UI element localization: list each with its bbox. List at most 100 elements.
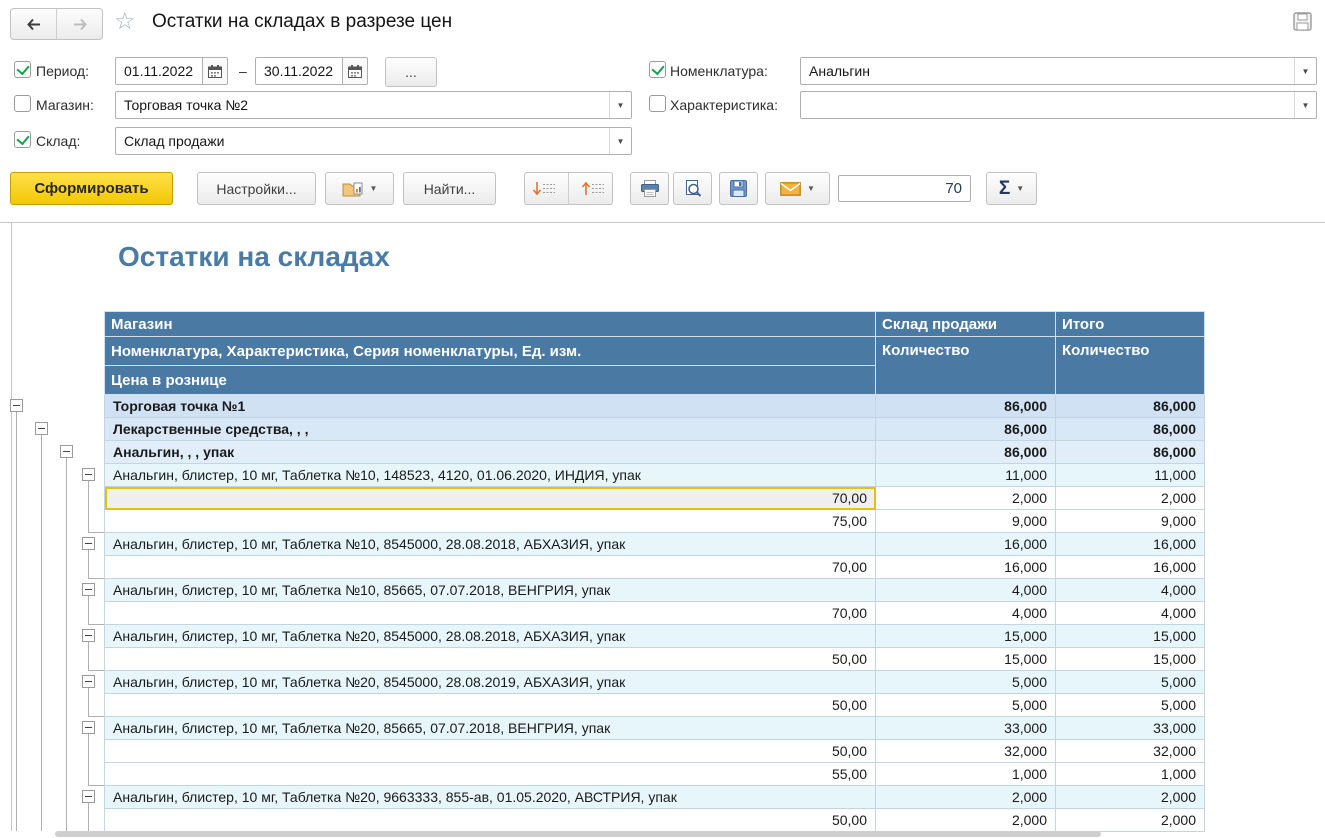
collapse-group-button[interactable] xyxy=(10,399,23,412)
total-cell[interactable]: 16,000 xyxy=(1056,556,1205,579)
total-cell[interactable]: 15,000 xyxy=(1056,625,1205,648)
total-cell[interactable]: 9,000 xyxy=(1056,510,1205,533)
collapse-group-button[interactable] xyxy=(82,675,95,688)
collapse-group-button[interactable] xyxy=(82,468,95,481)
window-save-icon[interactable] xyxy=(1293,12,1312,36)
period-checkbox[interactable] xyxy=(14,61,31,78)
generate-button[interactable]: Сформировать xyxy=(10,172,173,205)
total-cell[interactable]: 2,000 xyxy=(1056,487,1205,510)
forward-button[interactable] xyxy=(57,9,102,39)
settings-button[interactable]: Настройки... xyxy=(197,172,316,205)
characteristic-combo[interactable]: ▼ xyxy=(800,91,1317,119)
name-cell[interactable]: Анальгин, блистер, 10 мг, Таблетка №20, … xyxy=(105,625,876,648)
name-cell[interactable]: Лекарственные средства, , , xyxy=(105,418,876,441)
qty-cell[interactable]: 86,000 xyxy=(876,418,1056,441)
qty-cell[interactable]: 5,000 xyxy=(876,694,1056,717)
table-row[interactable]: Анальгин, блистер, 10 мг, Таблетка №20, … xyxy=(105,625,1205,648)
table-row[interactable]: 70,00 16,000 16,000 xyxy=(105,556,1205,579)
total-cell[interactable]: 86,000 xyxy=(1056,441,1205,464)
name-cell[interactable]: Анальгин, блистер, 10 мг, Таблетка №20, … xyxy=(105,671,876,694)
table-row[interactable]: Анальгин, блистер, 10 мг, Таблетка №20, … xyxy=(105,671,1205,694)
characteristic-checkbox[interactable] xyxy=(649,95,666,112)
collapse-group-button[interactable] xyxy=(82,583,95,596)
dropdown-arrow-icon[interactable]: ▼ xyxy=(609,128,631,154)
total-cell[interactable]: 32,000 xyxy=(1056,740,1205,763)
name-cell[interactable]: 75,00 xyxy=(105,510,876,533)
table-row[interactable]: 70,00 4,000 4,000 xyxy=(105,602,1205,625)
collapse-group-button[interactable] xyxy=(60,445,73,458)
store-checkbox[interactable] xyxy=(14,95,31,112)
store-combo[interactable]: Торговая точка №2 ▼ xyxy=(115,91,632,119)
total-cell[interactable]: 15,000 xyxy=(1056,648,1205,671)
total-cell[interactable]: 33,000 xyxy=(1056,717,1205,740)
collapse-group-button[interactable] xyxy=(35,422,48,435)
name-cell[interactable]: Анальгин, блистер, 10 мг, Таблетка №20, … xyxy=(105,717,876,740)
dropdown-arrow-icon[interactable]: ▼ xyxy=(1294,92,1316,118)
qty-cell[interactable]: 2,000 xyxy=(876,487,1056,510)
save-button[interactable] xyxy=(719,172,758,205)
warehouse-combo[interactable]: Склад продажи ▼ xyxy=(115,127,632,155)
name-cell[interactable]: 70,00 xyxy=(105,556,876,579)
qty-cell[interactable]: 15,000 xyxy=(876,625,1056,648)
table-row[interactable]: Лекарственные средства, , , 86,000 86,00… xyxy=(105,418,1205,441)
total-cell[interactable]: 5,000 xyxy=(1056,694,1205,717)
qty-cell[interactable]: 86,000 xyxy=(876,441,1056,464)
total-cell[interactable]: 86,000 xyxy=(1056,418,1205,441)
period-more-button[interactable]: ... xyxy=(385,57,437,87)
name-cell[interactable]: Анальгин, блистер, 10 мг, Таблетка №20, … xyxy=(105,786,876,809)
name-cell[interactable]: 50,00 xyxy=(105,809,876,832)
qty-cell[interactable]: 86,000 xyxy=(876,395,1056,418)
name-cell[interactable]: 55,00 xyxy=(105,763,876,786)
qty-cell[interactable]: 5,000 xyxy=(876,671,1056,694)
sigma-button[interactable]: Σ ▼ xyxy=(986,172,1037,205)
qty-cell[interactable]: 16,000 xyxy=(876,533,1056,556)
name-cell[interactable]: Анальгин, блистер, 10 мг, Таблетка №10, … xyxy=(105,579,876,602)
toolbar-number-field[interactable] xyxy=(838,175,971,202)
name-cell[interactable]: Анальгин, блистер, 10 мг, Таблетка №10, … xyxy=(105,464,876,487)
qty-cell[interactable]: 33,000 xyxy=(876,717,1056,740)
print-button[interactable] xyxy=(630,172,669,205)
email-button[interactable]: ▼ xyxy=(765,172,830,205)
table-row[interactable]: Анальгин, блистер, 10 мг, Таблетка №10, … xyxy=(105,464,1205,487)
qty-cell[interactable]: 16,000 xyxy=(876,556,1056,579)
table-row[interactable]: 50,00 2,000 2,000 xyxy=(105,809,1205,832)
table-row[interactable]: Анальгин, блистер, 10 мг, Таблетка №10, … xyxy=(105,579,1205,602)
table-row[interactable]: Торговая точка №1 86,000 86,000 xyxy=(105,395,1205,418)
dropdown-arrow-icon[interactable]: ▼ xyxy=(1294,58,1316,84)
favorite-star-icon[interactable]: ☆ xyxy=(114,7,136,36)
table-row[interactable]: Анальгин, блистер, 10 мг, Таблетка №10, … xyxy=(105,533,1205,556)
total-cell[interactable]: 4,000 xyxy=(1056,579,1205,602)
qty-cell[interactable]: 9,000 xyxy=(876,510,1056,533)
name-cell[interactable]: 70,00 xyxy=(105,487,876,510)
dropdown-arrow-icon[interactable]: ▼ xyxy=(609,92,631,118)
total-cell[interactable]: 86,000 xyxy=(1056,395,1205,418)
collapse-group-button[interactable] xyxy=(82,629,95,642)
total-cell[interactable]: 11,000 xyxy=(1056,464,1205,487)
period-from-field[interactable]: 01.11.2022 xyxy=(115,57,228,85)
total-cell[interactable]: 5,000 xyxy=(1056,671,1205,694)
name-cell[interactable]: 70,00 xyxy=(105,602,876,625)
scrollbar-thumb[interactable] xyxy=(55,831,1101,837)
expand-groups-button[interactable] xyxy=(525,173,562,204)
table-row[interactable]: 55,00 1,000 1,000 xyxy=(105,763,1205,786)
nomenclature-checkbox[interactable] xyxy=(649,61,666,78)
table-row[interactable]: Анальгин, , , упак 86,000 86,000 xyxy=(105,441,1205,464)
report-variants-button[interactable]: ▼ xyxy=(325,172,394,205)
qty-cell[interactable]: 4,000 xyxy=(876,602,1056,625)
table-row[interactable]: 50,00 32,000 32,000 xyxy=(105,740,1205,763)
total-cell[interactable]: 16,000 xyxy=(1056,533,1205,556)
calendar-icon[interactable] xyxy=(202,58,227,84)
table-row[interactable]: 75,00 9,000 9,000 xyxy=(105,510,1205,533)
name-cell[interactable]: 50,00 xyxy=(105,694,876,717)
total-cell[interactable]: 2,000 xyxy=(1056,809,1205,832)
name-cell[interactable]: 50,00 xyxy=(105,740,876,763)
horizontal-scrollbar[interactable] xyxy=(0,830,1325,838)
table-row[interactable]: 50,00 15,000 15,000 xyxy=(105,648,1205,671)
nomenclature-combo[interactable]: Анальгин ▼ xyxy=(800,57,1317,85)
back-button[interactable] xyxy=(11,9,56,39)
qty-cell[interactable]: 15,000 xyxy=(876,648,1056,671)
total-cell[interactable]: 4,000 xyxy=(1056,602,1205,625)
total-cell[interactable]: 1,000 xyxy=(1056,763,1205,786)
qty-cell[interactable]: 4,000 xyxy=(876,579,1056,602)
name-cell[interactable]: Анальгин, блистер, 10 мг, Таблетка №10, … xyxy=(105,533,876,556)
